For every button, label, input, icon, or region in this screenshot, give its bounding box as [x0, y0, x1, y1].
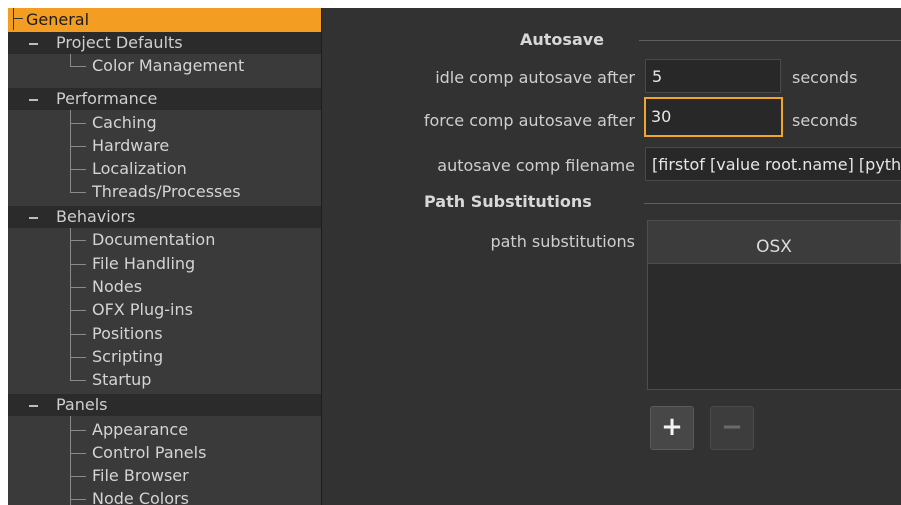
- tree-category-project-defaults[interactable]: Project Defaults: [8, 32, 321, 54]
- tree-item-label: Nodes: [92, 277, 143, 296]
- tree-category-panels[interactable]: Panels: [8, 394, 321, 416]
- tree-category-label: Performance: [56, 89, 158, 108]
- tree-item-color-management[interactable]: Color Management: [8, 54, 321, 78]
- tree-item-label: Hardware: [92, 136, 170, 155]
- collapse-icon[interactable]: [28, 88, 40, 110]
- tree-branch-line: [70, 66, 86, 67]
- column-header-osx[interactable]: OSX: [648, 221, 900, 263]
- tree-branch-line: [70, 264, 86, 265]
- tree-branch-line: [70, 54, 71, 66]
- collapse-icon[interactable]: [28, 206, 40, 228]
- tree-branch-line: [70, 476, 86, 477]
- idle-autosave-label: idle comp autosave after: [435, 68, 635, 87]
- force-autosave-label: force comp autosave after: [423, 111, 635, 130]
- tree-item-label: Startup: [92, 370, 152, 389]
- tree-item-nodes[interactable]: Nodes: [8, 275, 321, 299]
- tree-branch-line: [70, 453, 86, 454]
- tree-item-label: Color Management: [92, 56, 245, 75]
- preferences-window: General Project Defaults Color Managemen…: [8, 8, 901, 505]
- tree-item-label: Threads/Processes: [92, 182, 241, 201]
- tree-branch-line: [70, 240, 86, 241]
- tree-item-ofx-plug-ins[interactable]: OFX Plug-ins: [8, 298, 321, 322]
- tree-item-localization[interactable]: Localization: [8, 157, 321, 181]
- tree-branch-line: [70, 169, 86, 170]
- preferences-general-panel: Autosave idle comp autosave after 5 seco…: [322, 8, 901, 505]
- force-autosave-input[interactable]: 30: [644, 97, 783, 137]
- tree-item-label: Node Colors: [92, 489, 189, 505]
- tree-branch-line: [13, 8, 14, 30]
- tree-item-label: File Browser: [92, 466, 189, 485]
- table-header: OSX: [648, 221, 901, 264]
- tree-category-behaviors[interactable]: Behaviors: [8, 206, 321, 228]
- tree-item-label: OFX Plug-ins: [92, 300, 193, 319]
- tree-item-startup[interactable]: Startup: [8, 368, 321, 392]
- tree-category-performance[interactable]: Performance: [8, 88, 321, 110]
- preferences-sidebar-tree[interactable]: General Project Defaults Color Managemen…: [8, 8, 322, 505]
- tree-branch-line: [70, 310, 86, 311]
- tree-item-appearance[interactable]: Appearance: [8, 418, 321, 442]
- autosave-filename-label: autosave comp filename: [437, 156, 635, 175]
- section-divider: [644, 203, 901, 204]
- path-substitutions-table[interactable]: OSX: [647, 220, 901, 390]
- tree-item-file-handling[interactable]: File Handling: [8, 252, 321, 276]
- force-autosave-unit: seconds: [792, 111, 858, 130]
- path-substitutions-label: path substitutions: [490, 232, 635, 251]
- tree-item-threads-processes[interactable]: Threads/Processes: [8, 180, 321, 204]
- tree-item-positions[interactable]: Positions: [8, 322, 321, 346]
- collapse-icon[interactable]: [28, 32, 40, 54]
- tree-item-label: File Handling: [92, 254, 196, 273]
- tree-item-label: General: [26, 10, 90, 29]
- autosave-filename-input[interactable]: [firstof [value root.name] [python nuke.…: [645, 147, 901, 181]
- tree-item-hardware[interactable]: Hardware: [8, 134, 321, 158]
- tree-item-label: Caching: [92, 113, 157, 132]
- tree-item-scripting[interactable]: Scripting: [8, 345, 321, 369]
- idle-autosave-unit: seconds: [792, 68, 858, 87]
- add-row-button[interactable]: +: [650, 406, 694, 450]
- tree-branch-line: [70, 123, 86, 124]
- section-divider: [639, 40, 901, 41]
- collapse-icon[interactable]: [28, 394, 40, 416]
- remove-row-button[interactable]: −: [710, 406, 754, 450]
- tree-branch-line: [13, 18, 23, 19]
- tree-category-label: Panels: [56, 395, 108, 414]
- tree-branch-line: [70, 334, 86, 335]
- tree-item-label: Documentation: [92, 230, 216, 249]
- tree-item-general[interactable]: General: [8, 8, 321, 32]
- tree-branch-line: [70, 287, 86, 288]
- tree-branch-line: [70, 357, 86, 358]
- section-title-autosave: Autosave: [520, 30, 605, 49]
- tree-item-label: Appearance: [92, 420, 189, 439]
- tree-item-label: Scripting: [92, 347, 164, 366]
- tree-category-label: Project Defaults: [56, 33, 183, 52]
- tree-item-node-colors[interactable]: Node Colors: [8, 487, 321, 505]
- tree-item-file-browser[interactable]: File Browser: [8, 464, 321, 488]
- tree-item-label: Localization: [92, 159, 187, 178]
- idle-autosave-input[interactable]: 5: [645, 59, 781, 93]
- tree-branch-line: [70, 380, 86, 381]
- tree-branch-line: [70, 192, 86, 193]
- section-title-path-substitutions: Path Substitutions: [424, 192, 592, 211]
- tree-item-label: Control Panels: [92, 443, 207, 462]
- tree-item-control-panels[interactable]: Control Panels: [8, 441, 321, 465]
- tree-branch-line: [70, 146, 86, 147]
- tree-branch-line: [70, 430, 86, 431]
- tree-item-documentation[interactable]: Documentation: [8, 228, 321, 252]
- tree-item-caching[interactable]: Caching: [8, 111, 321, 135]
- tree-branch-line: [70, 499, 86, 500]
- tree-category-label: Behaviors: [56, 207, 136, 226]
- tree-item-label: Positions: [92, 324, 163, 343]
